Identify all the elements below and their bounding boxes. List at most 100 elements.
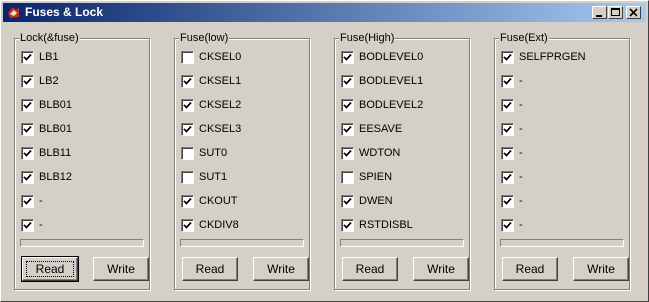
group-lock: Lock(&fuse) LB1 LB2 BLB01 BLB01 BLB11 BLB12 - - R… bbox=[14, 31, 150, 290]
checkbox-box[interactable] bbox=[341, 123, 354, 136]
checkbox-box[interactable] bbox=[21, 123, 34, 136]
checkbox-box[interactable] bbox=[21, 147, 34, 160]
write-button[interactable]: Write bbox=[93, 257, 149, 281]
close-button[interactable] bbox=[626, 6, 641, 19]
checkmark-icon bbox=[343, 149, 352, 157]
checkbox-box[interactable] bbox=[21, 219, 34, 232]
checkmark-icon bbox=[343, 125, 352, 133]
checkbox-label[interactable]: BODLEVEL1 bbox=[359, 75, 423, 88]
checkmark-icon bbox=[343, 101, 352, 109]
app-icon bbox=[8, 7, 19, 18]
close-icon bbox=[629, 8, 638, 17]
checkbox-box[interactable] bbox=[341, 195, 354, 208]
write-button[interactable]: Write bbox=[413, 257, 469, 281]
checkbox-box[interactable] bbox=[501, 75, 514, 88]
checkbox-box[interactable] bbox=[21, 171, 34, 184]
checkbox-label[interactable]: - bbox=[519, 147, 523, 160]
checkbox-box[interactable] bbox=[181, 123, 194, 136]
checkbox-label[interactable]: - bbox=[39, 195, 43, 208]
checkbox-label[interactable]: BLB11 bbox=[39, 147, 71, 160]
checkbox-label[interactable]: BLB01 bbox=[39, 123, 72, 136]
checkbox-label[interactable]: LB1 bbox=[39, 51, 59, 64]
group-low: Fuse(low) CKSEL0 CKSEL1 CKSEL2 CKSEL3 SUT0 SUT… bbox=[174, 31, 310, 290]
checkbox-label[interactable]: SELFPRGEN bbox=[519, 51, 586, 64]
checkbox-box[interactable] bbox=[181, 171, 194, 184]
group-title: Fuse(High) bbox=[339, 31, 396, 45]
checkmark-icon bbox=[343, 77, 352, 85]
checkmark-icon bbox=[23, 197, 32, 205]
checkbox-label[interactable]: - bbox=[519, 75, 523, 88]
title-bar[interactable]: Fuses & Lock bbox=[3, 3, 646, 22]
checkbox-label[interactable]: CKSEL3 bbox=[199, 123, 241, 136]
checkbox-label[interactable]: EESAVE bbox=[359, 123, 402, 136]
checkbox-label[interactable]: LB2 bbox=[39, 75, 59, 88]
checkmark-icon bbox=[23, 77, 32, 85]
checkbox-box[interactable] bbox=[501, 123, 514, 136]
checkbox-label[interactable]: CKSEL1 bbox=[199, 75, 241, 88]
checkbox-box[interactable] bbox=[501, 219, 514, 232]
checkbox-label[interactable]: WDTON bbox=[359, 147, 400, 160]
checkbox-label[interactable]: CKOUT bbox=[199, 195, 238, 208]
checkbox-label[interactable]: - bbox=[519, 219, 523, 232]
checkbox-box[interactable] bbox=[341, 147, 354, 160]
checkbox-box[interactable] bbox=[181, 219, 194, 232]
checkbox-label[interactable]: BLB01 bbox=[39, 99, 72, 112]
read-button[interactable]: Read bbox=[342, 257, 398, 281]
maximize-button[interactable] bbox=[608, 6, 623, 19]
checkbox-label[interactable]: BODLEVEL2 bbox=[359, 99, 423, 112]
checkmark-icon bbox=[23, 125, 32, 133]
checkbox-label[interactable]: - bbox=[519, 195, 523, 208]
checkbox-label[interactable]: SUT1 bbox=[199, 171, 227, 184]
write-button[interactable]: Write bbox=[253, 257, 309, 281]
checkbox-label[interactable]: RSTDISBL bbox=[359, 219, 413, 232]
checkbox-label[interactable]: SUT0 bbox=[199, 147, 227, 160]
checkmark-icon bbox=[343, 53, 352, 61]
checkmark-icon bbox=[23, 101, 32, 109]
group-title: Fuse(Ext) bbox=[499, 31, 549, 45]
window-title: Fuses & Lock bbox=[25, 5, 104, 19]
write-button[interactable]: Write bbox=[573, 257, 629, 281]
read-button[interactable]: Read bbox=[21, 256, 79, 282]
checkbox-box[interactable] bbox=[181, 75, 194, 88]
checkmark-icon bbox=[503, 149, 512, 157]
checkbox-box[interactable] bbox=[181, 99, 194, 112]
checkbox-box[interactable] bbox=[181, 147, 194, 160]
checkbox-label[interactable]: CKSEL2 bbox=[199, 99, 241, 112]
checkbox-box[interactable] bbox=[501, 147, 514, 160]
checkbox-label[interactable]: BODLEVEL0 bbox=[359, 51, 423, 64]
checkbox-box[interactable] bbox=[341, 51, 354, 64]
checkbox-label[interactable]: SPIEN bbox=[359, 171, 392, 184]
fuses-lock-window: Fuses & Lock Lock(&fuse) LB1 LB2 BLB01 BLB01… bbox=[0, 0, 649, 302]
checkmark-icon bbox=[23, 149, 32, 157]
checkbox-box[interactable] bbox=[501, 171, 514, 184]
checkbox-box[interactable] bbox=[21, 195, 34, 208]
checkbox-box[interactable] bbox=[181, 195, 194, 208]
checkbox-box[interactable] bbox=[181, 51, 194, 64]
write-button-label: Write bbox=[107, 262, 135, 276]
checkbox-box[interactable] bbox=[21, 51, 34, 64]
checkbox-label[interactable]: BLB12 bbox=[39, 171, 72, 184]
checkbox-box[interactable] bbox=[21, 75, 34, 88]
checkbox-label[interactable]: - bbox=[519, 99, 523, 112]
checkbox-box[interactable] bbox=[341, 171, 354, 184]
checkbox-label[interactable]: - bbox=[519, 123, 523, 136]
group-ext: Fuse(Ext) SELFPRGEN - - - - - - - Read Write bbox=[494, 31, 630, 290]
group-high: Fuse(High) BODLEVEL0 BODLEVEL1 BODLEVEL2 EES… bbox=[334, 31, 470, 290]
checkbox-label[interactable]: - bbox=[39, 219, 43, 232]
read-button[interactable]: Read bbox=[182, 257, 238, 281]
checkbox-box[interactable] bbox=[501, 195, 514, 208]
minimize-button[interactable] bbox=[592, 6, 607, 19]
checkbox-label[interactable]: CKSEL0 bbox=[199, 51, 241, 64]
checkbox-box[interactable] bbox=[501, 51, 514, 64]
checkbox-label[interactable]: CKDIV8 bbox=[199, 219, 239, 232]
read-button-label: Read bbox=[515, 262, 545, 276]
read-button[interactable]: Read bbox=[502, 257, 558, 281]
checkbox-box[interactable] bbox=[341, 75, 354, 88]
checkbox-box[interactable] bbox=[341, 99, 354, 112]
checkbox-box[interactable] bbox=[21, 99, 34, 112]
write-button-label: Write bbox=[587, 262, 615, 276]
checkbox-label[interactable]: - bbox=[519, 171, 523, 184]
checkbox-label[interactable]: DWEN bbox=[359, 195, 393, 208]
checkbox-box[interactable] bbox=[341, 219, 354, 232]
checkbox-box[interactable] bbox=[501, 99, 514, 112]
